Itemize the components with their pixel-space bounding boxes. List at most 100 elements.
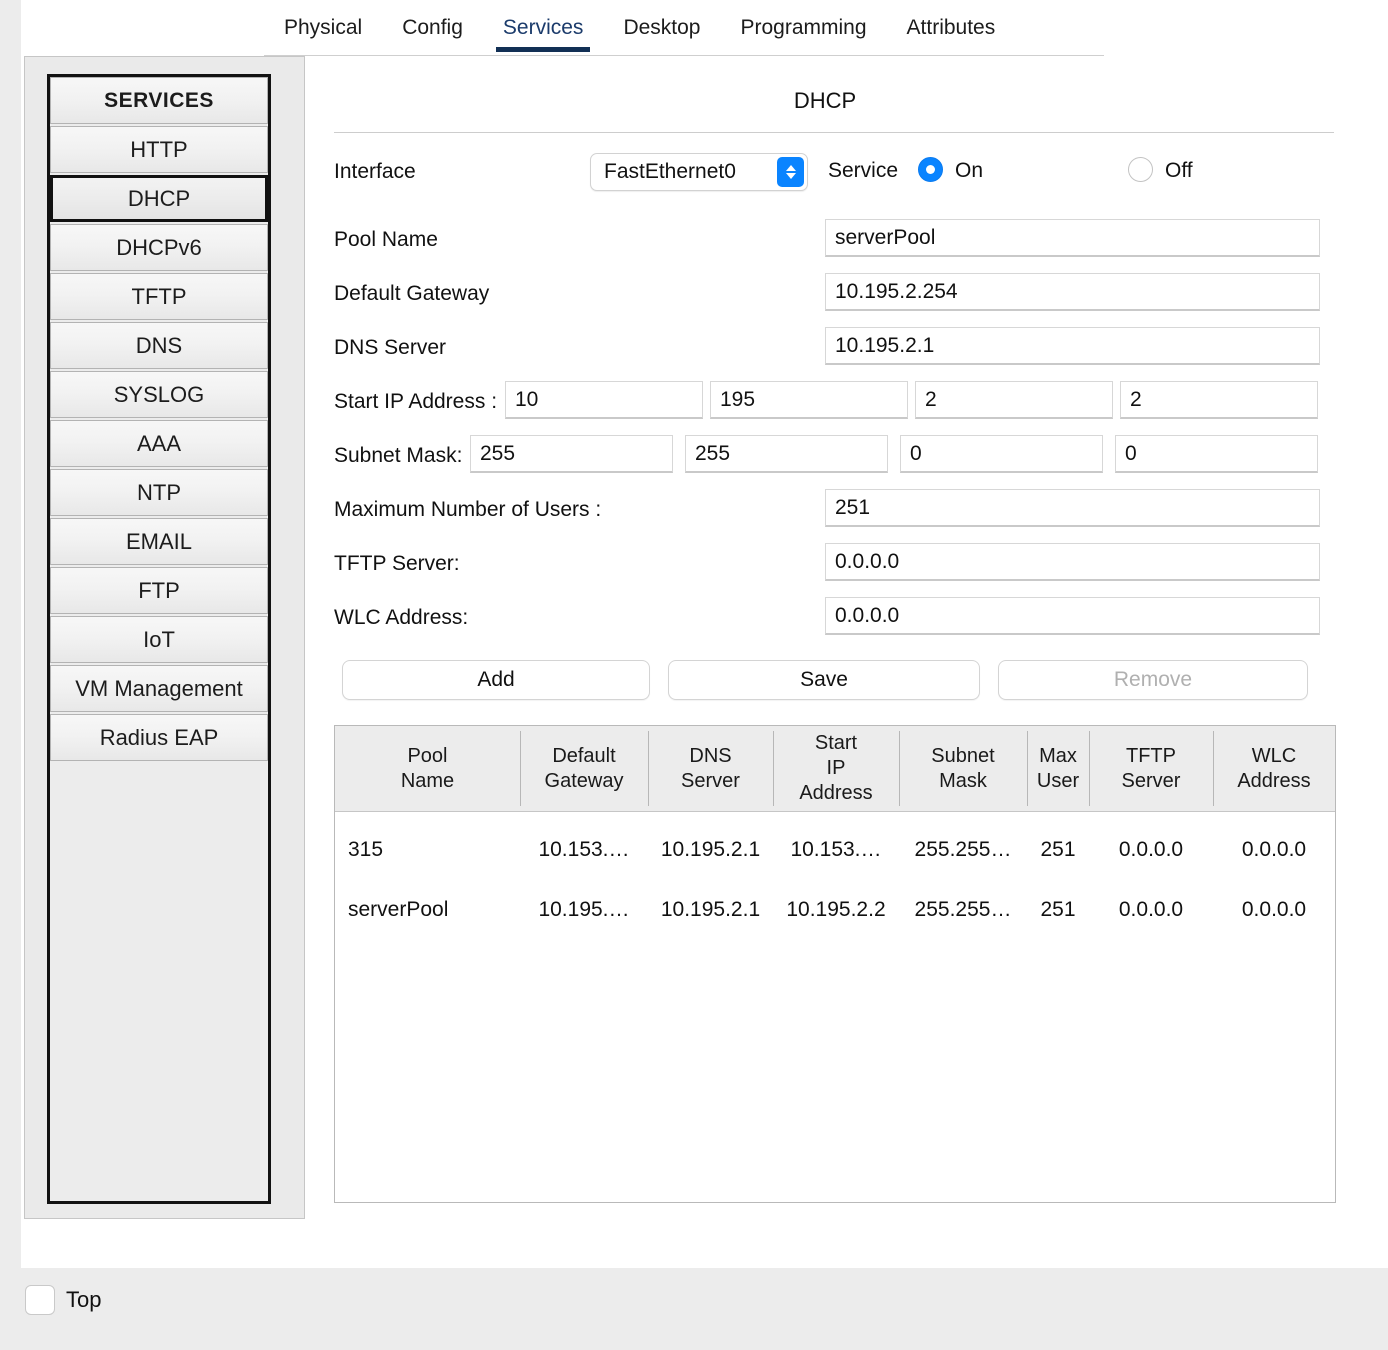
column-header-pool-name[interactable]: Pool Name — [335, 726, 520, 811]
wlc-address-label: WLC Address: — [334, 606, 469, 629]
subnet-mask-octet-3-input[interactable]: 0 — [900, 435, 1103, 473]
default-gateway-input[interactable]: 10.195.2.254 — [825, 273, 1320, 311]
service-off-label: Off — [1165, 159, 1193, 182]
column-header-default-gateway[interactable]: Default Gateway — [520, 726, 648, 811]
tab-programming-label: Programming — [740, 16, 867, 39]
sidebar-item-iot-label: IoT — [143, 626, 175, 652]
interface-select[interactable]: FastEthernet0 — [590, 153, 808, 191]
sidebar-item-aaa-label: AAA — [136, 430, 182, 456]
tftp-server-input[interactable]: 0.0.0.0 — [825, 543, 1320, 581]
services-sidebar-panel: SERVICES HTTP DHCP DHCPv6 TFTP DNS SYSLO… — [24, 56, 305, 1219]
sidebar-item-dhcp[interactable]: DHCP — [50, 175, 268, 222]
sidebar-item-dhcpv6-label: DHCPv6 — [116, 234, 202, 260]
cell-pool-name: serverPool — [348, 898, 449, 921]
column-header-subnet-mask-label: Subnet Mask — [931, 744, 995, 792]
start-ip-octet-3-input[interactable]: 2 — [915, 381, 1113, 419]
sidebar-item-dns[interactable]: DNS — [50, 322, 268, 369]
cell-dns-server: 10.195.2.1 — [660, 898, 761, 921]
cell-wlc-address: 0.0.0.0 — [1241, 898, 1307, 921]
sidebar-item-dhcp-label: DHCP — [127, 185, 191, 211]
column-header-tftp-server-label: TFTP Server — [1121, 744, 1181, 792]
pool-name-label: Pool Name — [334, 228, 438, 251]
cell-subnet-mask: 255.255… — [914, 838, 1012, 861]
tab-config[interactable]: Config — [382, 0, 483, 42]
sidebar-item-ntp-label: NTP — [137, 479, 181, 505]
service-on-radio[interactable] — [918, 157, 943, 182]
sidebar-item-http[interactable]: HTTP — [50, 126, 268, 173]
sidebar-item-tftp[interactable]: TFTP — [50, 273, 268, 320]
tab-desktop-label: Desktop — [623, 16, 701, 39]
column-header-max-user[interactable]: Max User — [1027, 726, 1089, 811]
column-header-dns-server-label: DNS Server — [681, 744, 740, 792]
tab-services[interactable]: Services — [483, 0, 604, 52]
start-ip-octet-1-input[interactable]: 10 — [505, 381, 703, 419]
top-checkbox[interactable] — [25, 1285, 55, 1315]
default-gateway-label: Default Gateway — [334, 282, 490, 305]
save-button[interactable]: Save — [668, 660, 980, 700]
dhcp-pool-table: Pool Name Default Gateway DNS Server Sta… — [334, 725, 1336, 1203]
sidebar-item-tftp-label: TFTP — [131, 283, 187, 309]
sidebar-item-http-label: HTTP — [130, 136, 188, 162]
sidebar-item-radius-eap[interactable]: Radius EAP — [50, 714, 268, 761]
subnet-mask-label: Subnet Mask: — [334, 444, 463, 467]
subnet-mask-octet-2-input[interactable]: 255 — [685, 435, 888, 473]
column-header-dns-server[interactable]: DNS Server — [648, 726, 773, 811]
wlc-address-input[interactable]: 0.0.0.0 — [825, 597, 1320, 635]
sidebar-item-ftp[interactable]: FTP — [50, 567, 268, 614]
save-button-label: Save — [800, 668, 848, 691]
start-ip-address-label: Start IP Address : — [334, 390, 498, 413]
column-header-wlc-address-label: WLC Address — [1237, 744, 1311, 792]
tab-attributes[interactable]: Attributes — [887, 0, 1016, 42]
add-button[interactable]: Add — [342, 660, 650, 700]
dhcp-config-panel: DHCP Interface FastEthernet0 Service On … — [320, 60, 1350, 1220]
chevron-updown-icon[interactable] — [777, 157, 804, 187]
cell-subnet-mask: 255.255… — [914, 898, 1012, 921]
sidebar-item-email[interactable]: EMAIL — [50, 518, 268, 565]
sidebar-item-syslog[interactable]: SYSLOG — [50, 371, 268, 418]
column-header-pool-name-label: Pool Name — [400, 744, 455, 792]
tab-physical[interactable]: Physical — [264, 0, 382, 42]
table-row[interactable]: serverPool 10.195.… 10.195.2.1 10.195.2.… — [335, 880, 1335, 940]
cell-default-gateway: 10.195.… — [538, 898, 630, 921]
sidebar-item-vm-management-label: VM Management — [75, 675, 243, 701]
sidebar-header-services: SERVICES — [50, 77, 268, 124]
max-users-input[interactable]: 251 — [825, 489, 1320, 527]
tab-services-label: Services — [502, 16, 584, 39]
subnet-mask-octet-1-input[interactable]: 255 — [470, 435, 673, 473]
services-sidebar-list: SERVICES HTTP DHCP DHCPv6 TFTP DNS SYSLO… — [47, 74, 271, 1204]
sidebar-item-iot[interactable]: IoT — [50, 616, 268, 663]
sidebar-item-aaa[interactable]: AAA — [50, 420, 268, 467]
tab-desktop[interactable]: Desktop — [603, 0, 720, 42]
dns-server-input[interactable]: 10.195.2.1 — [825, 327, 1320, 365]
start-ip-octet-4-input[interactable]: 2 — [1120, 381, 1318, 419]
column-header-start-ip-address[interactable]: Start IP Address — [773, 726, 899, 811]
cell-tftp-server: 0.0.0.0 — [1118, 898, 1184, 921]
subnet-mask-octet-4-input[interactable]: 0 — [1115, 435, 1318, 473]
cell-tftp-server: 0.0.0.0 — [1118, 838, 1184, 861]
cell-dns-server: 10.195.2.1 — [660, 838, 761, 861]
sidebar-item-dns-label: DNS — [135, 332, 183, 358]
sidebar-item-vm-management[interactable]: VM Management — [50, 665, 268, 712]
interface-select-value: FastEthernet0 — [604, 160, 736, 183]
page-title: DHCP — [793, 88, 857, 113]
title-divider — [334, 132, 1334, 133]
table-row[interactable]: 315 10.153.… 10.195.2.1 10.153.… 255.255… — [335, 820, 1335, 880]
column-header-tftp-server[interactable]: TFTP Server — [1089, 726, 1213, 811]
cell-default-gateway: 10.153.… — [538, 838, 630, 861]
tab-config-label: Config — [402, 16, 463, 39]
service-off-radio[interactable] — [1128, 157, 1153, 182]
sidebar-item-ntp[interactable]: NTP — [50, 469, 268, 516]
column-header-subnet-mask[interactable]: Subnet Mask — [899, 726, 1027, 811]
service-label: Service — [828, 159, 899, 182]
column-header-start-ip-address-label: Start IP Address — [799, 732, 873, 804]
column-header-max-user-label: Max User — [1036, 744, 1080, 792]
sidebar-item-email-label: EMAIL — [125, 528, 193, 554]
remove-button[interactable]: Remove — [998, 660, 1308, 700]
start-ip-octet-2-input[interactable]: 195 — [710, 381, 908, 419]
pool-name-input[interactable]: serverPool — [825, 219, 1320, 257]
cell-start-ip-address: 10.195.2.2 — [786, 898, 886, 921]
column-header-wlc-address[interactable]: WLC Address — [1213, 726, 1335, 811]
tab-programming[interactable]: Programming — [720, 0, 886, 42]
sidebar-item-dhcpv6[interactable]: DHCPv6 — [50, 224, 268, 271]
interface-label: Interface — [334, 160, 416, 183]
